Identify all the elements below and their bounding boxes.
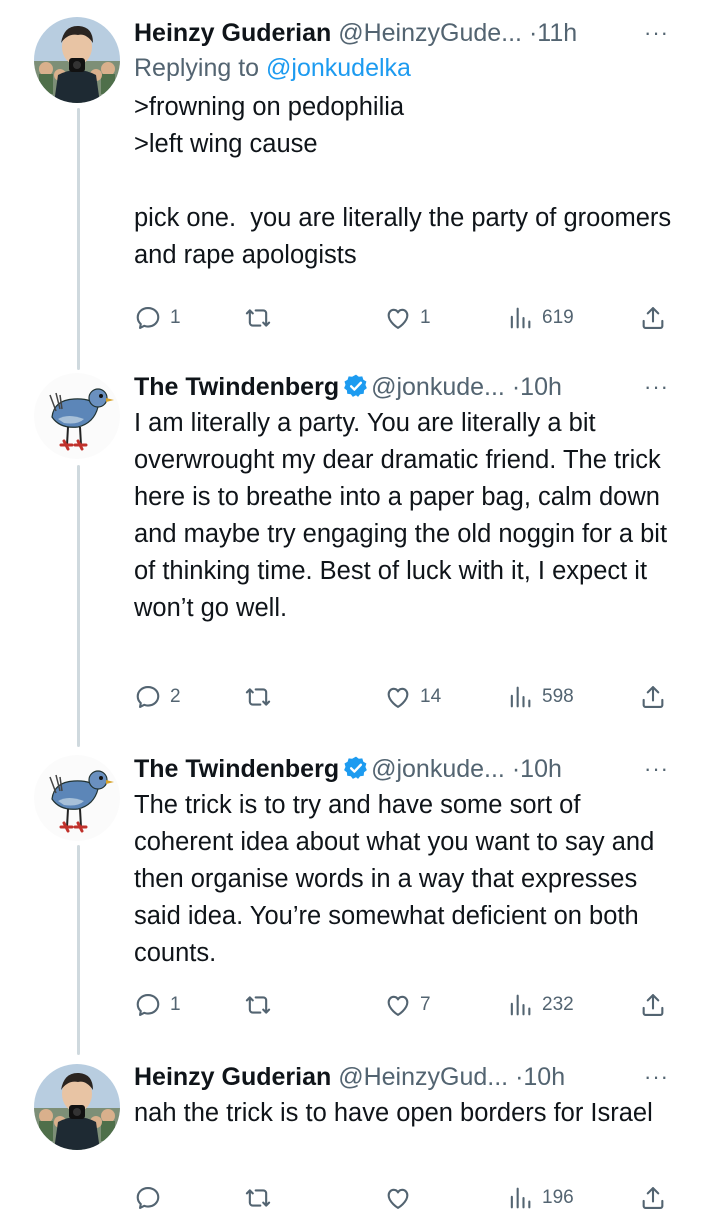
views-button[interactable]: 196	[506, 1183, 574, 1213]
author-name[interactable]: The Twindenberg	[134, 755, 339, 783]
author-handle[interactable]: @jonkude...	[371, 755, 505, 783]
avatar-image	[34, 17, 120, 103]
action-bar: 1 7 232	[134, 990, 674, 1020]
more-icon[interactable]: ···	[644, 1060, 669, 1094]
like-button[interactable]: 7	[384, 990, 431, 1020]
reply-button[interactable]: 1	[134, 303, 181, 333]
tweet-header: The Twindenberg @jonkude... ·10h ···	[134, 370, 709, 404]
tweet[interactable]: The Twindenberg @jonkude... ·10h ··· The …	[0, 752, 709, 1042]
retweet-icon	[244, 991, 272, 1019]
reply-context: Replying to @jonkudelka	[134, 50, 709, 86]
avatar[interactable]	[34, 17, 120, 103]
reply-button[interactable]: 1	[134, 990, 181, 1020]
views-button[interactable]: 232	[506, 990, 574, 1020]
verified-badge-icon	[343, 373, 369, 399]
share-button[interactable]	[639, 1183, 667, 1213]
separator: ·	[511, 373, 521, 401]
avatar-image	[34, 755, 120, 841]
timestamp[interactable]: 10h	[520, 373, 562, 401]
author-name[interactable]: Heinzy Guderian	[134, 19, 331, 47]
view-count: 196	[542, 1187, 574, 1208]
like-icon	[384, 1184, 412, 1212]
author-handle[interactable]: @HeinzyGud...	[338, 1063, 508, 1091]
tweet[interactable]: The Twindenberg @jonkude... ·10h ··· I am…	[0, 370, 709, 730]
avatar-image	[34, 1064, 120, 1150]
retweet-button[interactable]	[244, 303, 280, 333]
share-icon	[639, 683, 667, 711]
share-button[interactable]	[639, 682, 667, 712]
retweet-button[interactable]	[244, 682, 280, 712]
like-count: 1	[420, 307, 431, 328]
like-icon	[384, 304, 412, 332]
author-name[interactable]: Heinzy Guderian	[134, 1063, 331, 1091]
more-icon[interactable]: ···	[644, 370, 669, 404]
share-icon	[639, 1184, 667, 1212]
reply-to-link[interactable]: @jonkudelka	[266, 54, 411, 82]
more-icon[interactable]: ···	[644, 16, 669, 50]
reply-count: 1	[170, 307, 181, 328]
retweet-icon	[244, 683, 272, 711]
tweet-header: The Twindenberg @jonkude... ·10h ···	[134, 752, 709, 786]
like-count: 14	[420, 686, 442, 707]
reply-count: 2	[170, 686, 181, 707]
more-icon[interactable]: ···	[644, 752, 669, 786]
like-button[interactable]	[384, 1183, 420, 1213]
reply-button[interactable]: 2	[134, 682, 181, 712]
retweet-button[interactable]	[244, 990, 280, 1020]
share-button[interactable]	[639, 990, 667, 1020]
share-button[interactable]	[639, 303, 667, 333]
share-icon	[639, 304, 667, 332]
reply-icon	[134, 304, 162, 332]
retweet-button[interactable]	[244, 1183, 280, 1213]
like-count: 7	[420, 994, 431, 1015]
tweet-text: nah the trick is to have open borders fo…	[134, 1099, 653, 1127]
views-icon	[506, 683, 534, 711]
tweet[interactable]: Heinzy Guderian @HeinzyGud... ·10h ··· n…	[0, 1060, 709, 1200]
tweet[interactable]: Heinzy Guderian @HeinzyGude... ·11h ··· …	[0, 0, 709, 350]
retweet-icon	[244, 1184, 272, 1212]
views-icon	[506, 304, 534, 332]
tweet-text: >frowning on pedophilia >left wing cause…	[134, 93, 672, 269]
verified-badge-icon	[343, 755, 369, 781]
timestamp[interactable]: 10h	[523, 1063, 565, 1091]
like-button[interactable]: 1	[384, 303, 431, 333]
like-button[interactable]: 14	[384, 682, 441, 712]
view-count: 619	[542, 307, 574, 328]
action-bar: 2 14 598	[134, 682, 674, 712]
timestamp[interactable]: 10h	[520, 755, 562, 783]
avatar-image	[34, 373, 120, 459]
views-icon	[506, 991, 534, 1019]
tweet-header: Heinzy Guderian @HeinzyGude... ·11h ···	[134, 16, 709, 50]
tweet-text: I am literally a party. You are literall…	[134, 409, 675, 622]
reply-button[interactable]	[134, 1183, 170, 1213]
reply-prefix: Replying to	[134, 54, 267, 82]
view-count: 232	[542, 994, 574, 1015]
separator: ·	[511, 755, 521, 783]
timestamp[interactable]: 11h	[537, 19, 577, 47]
like-icon	[384, 991, 412, 1019]
view-count: 598	[542, 686, 574, 707]
share-icon	[639, 991, 667, 1019]
avatar[interactable]	[34, 1064, 120, 1150]
views-button[interactable]: 619	[506, 303, 574, 333]
author-handle[interactable]: @HeinzyGude...	[338, 19, 522, 47]
author-handle[interactable]: @jonkude...	[371, 373, 505, 401]
tweet-header: Heinzy Guderian @HeinzyGud... ·10h ···	[134, 1060, 709, 1094]
author-name[interactable]: The Twindenberg	[134, 373, 339, 401]
action-bar: 1 1 619	[134, 303, 674, 333]
reply-icon	[134, 683, 162, 711]
like-icon	[384, 683, 412, 711]
retweet-icon	[244, 304, 272, 332]
reply-icon	[134, 1184, 162, 1212]
avatar[interactable]	[34, 373, 120, 459]
tweet-text: The trick is to try and have some sort o…	[134, 791, 662, 967]
reply-icon	[134, 991, 162, 1019]
views-icon	[506, 1184, 534, 1212]
reply-count: 1	[170, 994, 181, 1015]
action-bar: 196	[134, 1183, 674, 1213]
avatar[interactable]	[34, 755, 120, 841]
views-button[interactable]: 598	[506, 682, 574, 712]
